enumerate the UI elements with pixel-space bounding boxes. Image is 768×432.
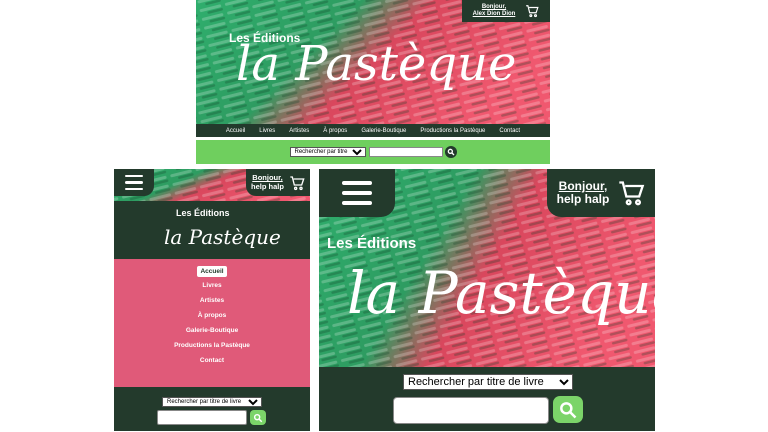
account-username[interactable]: help halp [557, 192, 610, 206]
nav-item-productions[interactable]: Productions la Pastèque [420, 128, 485, 134]
hamburger-icon [125, 174, 143, 178]
nav-item-artistes[interactable]: Artistes [114, 297, 310, 304]
search-type-select[interactable]: Rechercher par titre de livre [289, 147, 366, 157]
account-greeting[interactable]: Bonjour, Alex Dion Dion [473, 4, 516, 17]
hamburger-icon [342, 201, 372, 205]
account-greeting[interactable]: Bonjour, help halp [557, 179, 610, 206]
nav-item-contact[interactable]: Contact [114, 357, 310, 364]
main-nav: Accueil Livres Artistes À propos Galerie… [196, 124, 550, 137]
brand-title: la Pastèque [164, 225, 281, 249]
nav-item-a-propos[interactable]: À propos [323, 128, 347, 134]
search-button[interactable] [444, 146, 457, 158]
nav-item-contact[interactable]: Contact [499, 128, 520, 134]
search-icon [447, 148, 454, 156]
brand-title: la Pastèque [236, 36, 517, 92]
hamburger-icon [125, 181, 143, 184]
nav-item-livres[interactable]: Livres [114, 282, 310, 289]
search-input[interactable] [157, 410, 247, 425]
brand-title: la Pastèque [347, 259, 655, 327]
nav-item-galerie-boutique[interactable]: Galerie-Boutique [361, 128, 406, 134]
brand-kicker: Les Éditions [176, 208, 230, 218]
search-button[interactable] [553, 396, 583, 423]
search-input[interactable] [368, 147, 443, 157]
mobile-nav-menu: Accueil Livres Artistes À propos Galerie… [114, 259, 310, 387]
account-username[interactable]: Alex Dion Dion [473, 11, 516, 18]
nav-item-galerie-boutique[interactable]: Galerie-Boutique [114, 327, 310, 334]
mobile-menu-view: Bonjour, help halp Les Éditions la Pastè… [114, 169, 310, 431]
search-bar: Rechercher par titre de livre [196, 140, 550, 164]
mobile-home-view: Les Éditions la Pastèque Bonjour, help h… [319, 169, 655, 431]
nav-item-a-propos[interactable]: À propos [114, 312, 310, 319]
hamburger-icon [342, 181, 372, 185]
desktop-hero-banner: Les Éditions la Pastèque Bonjour, Alex D… [196, 0, 550, 124]
hamburger-menu-button[interactable] [319, 169, 395, 217]
account-greeting-line[interactable]: Bonjour, [473, 4, 516, 11]
hamburger-menu-button[interactable] [114, 169, 154, 196]
account-username[interactable]: help halp [251, 182, 284, 191]
nav-item-productions[interactable]: Productions la Pastèque [114, 342, 310, 349]
nav-item-livres[interactable]: Livres [259, 128, 275, 134]
search-type-select[interactable]: Rechercher par titre de livre [162, 397, 262, 407]
nav-item-accueil[interactable]: Accueil [226, 128, 245, 134]
desktop-view: Les Éditions la Pastèque Bonjour, Alex D… [196, 0, 550, 165]
brand-kicker: Les Éditions [327, 235, 417, 252]
cart-icon[interactable] [525, 4, 539, 18]
nav-item-accueil[interactable]: Accueil [197, 266, 227, 277]
search-icon [560, 401, 577, 418]
hamburger-icon [342, 191, 372, 195]
search-icon [253, 413, 263, 422]
cart-icon[interactable] [289, 175, 305, 191]
hamburger-icon [125, 187, 143, 191]
cart-icon[interactable] [617, 179, 645, 207]
account-box[interactable]: Bonjour, help halp [246, 169, 310, 196]
search-input[interactable] [393, 397, 549, 424]
account-box[interactable]: Bonjour, Alex Dion Dion [462, 0, 550, 22]
account-box[interactable]: Bonjour, help halp [547, 169, 655, 217]
search-button[interactable] [250, 410, 266, 425]
account-greeting[interactable]: Bonjour, help halp [251, 173, 284, 191]
search-type-select[interactable]: Rechercher par titre de livre [403, 374, 573, 390]
nav-item-artistes[interactable]: Artistes [289, 128, 309, 134]
